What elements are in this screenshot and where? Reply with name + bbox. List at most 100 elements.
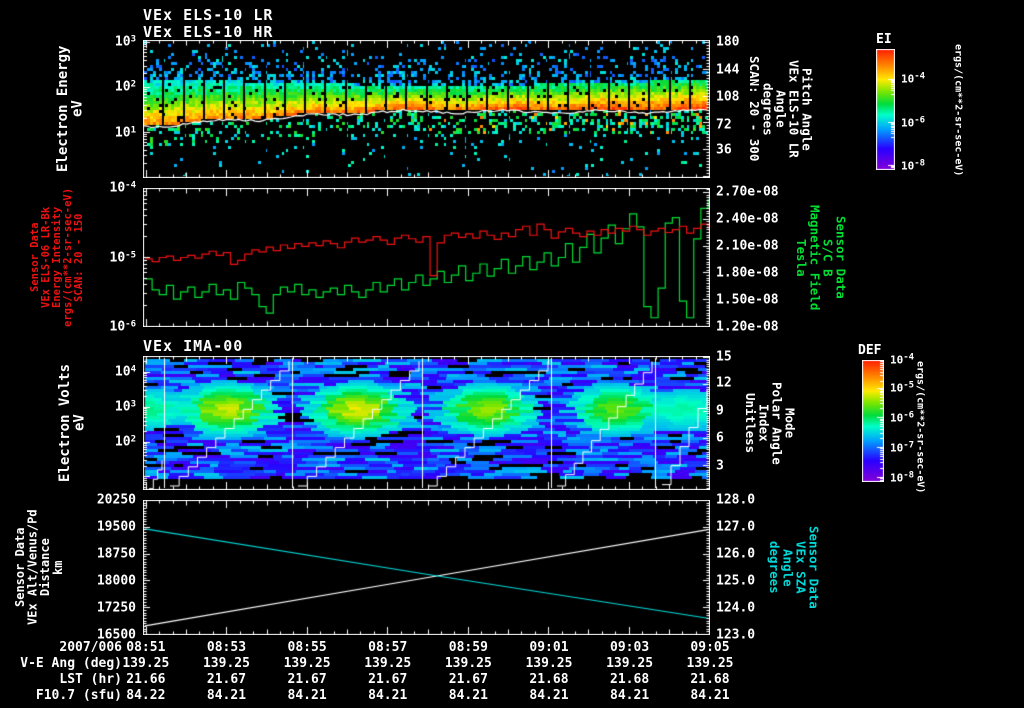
ve-ang-row-value: 139.25 <box>122 656 170 671</box>
mode-axis-label: Mode Polar Angle Index Unitless <box>743 356 798 490</box>
panel4-left-tick: 17250 <box>96 600 136 616</box>
f107-row-label: F10.7 (sfu) <box>35 688 122 703</box>
lst-row-value: 21.68 <box>610 672 650 687</box>
bfield-axis-label: Sensor Data S/C B Magnetic Field Tesla <box>794 188 849 327</box>
pitch-angle-axis-label-line: Angle <box>773 90 789 128</box>
els-title-line2: VEx ELS-10 HR <box>143 23 274 41</box>
lst-row-value: 21.67 <box>206 672 247 687</box>
bfield-axis-label-line: Magnetic Field <box>807 204 823 311</box>
panel2-left-tick: 10-4 <box>109 180 137 196</box>
intensity-bfield-canvas <box>143 188 710 327</box>
ei-colorbar-tick: 10-4 <box>901 71 926 86</box>
pitch-angle-axis-label-line: degrees <box>760 82 776 136</box>
pitch-angle-axis-label-line: SCAN: 20 - 300 <box>747 56 763 162</box>
f107-row-value: 84.22 <box>126 688 166 703</box>
ei-colorbar-units: ergs/(cm**2-sr-sec-eV) <box>952 43 964 177</box>
f107-row-value: 84.21 <box>610 688 650 703</box>
panel2-right-tick: 2.40e-08 <box>716 211 779 227</box>
bfield-axis-label-line: Tesla <box>794 238 810 277</box>
ve-ang-row-value: 139.25 <box>525 656 573 671</box>
panel1-right-tick: 180 <box>716 34 740 50</box>
panel4-right-tick: 128.0 <box>716 492 756 508</box>
panel3-left-tick: 103 <box>114 399 136 415</box>
mode-axis-label-line: Index <box>756 404 772 442</box>
vex-quicklook-display: VEx ELS-10 LR VEx ELS-10 HR VEx IMA-00 E… <box>0 0 1024 708</box>
lst-row-label: LST (hr) <box>59 672 122 687</box>
time-axis-row-value: 08:55 <box>287 640 327 655</box>
ei-colorbar-title: EI <box>876 32 892 47</box>
lst-row-value: 21.68 <box>529 672 569 687</box>
panel4-right-tick: 127.0 <box>716 519 756 535</box>
time-axis-row-value: 08:53 <box>206 640 247 655</box>
sza-axis-label-line: degrees <box>767 541 783 594</box>
panel2-right-tick: 1.80e-08 <box>716 265 779 281</box>
panel4-right-tick: 125.0 <box>716 573 756 589</box>
lst-row-value: 21.67 <box>448 672 488 687</box>
def-colorbar-units: ergs/(cm**2-sr-sec-eV) <box>914 360 926 494</box>
els-y-axis-label-line: eV <box>69 100 86 118</box>
panel1-right-tick: 108 <box>716 89 740 105</box>
ve-ang-row-label: V-E Ang (deg) <box>20 656 122 671</box>
sza-axis-label: Sensor Data VEx SZA Angle degrees <box>767 500 822 635</box>
ima-title: VEx IMA-00 <box>143 337 244 355</box>
lst-row-value: 21.66 <box>126 672 166 687</box>
distance-y-axis-label: Sensor Data VEx Alt/Venus/Pd Distance km <box>13 500 65 635</box>
def-colorbar-tick: 10-7 <box>890 440 915 455</box>
def-colorbar-title: DEF <box>858 343 882 358</box>
bfield-axis-label-line: S/C B <box>820 238 836 277</box>
ve-ang-row-value: 139.25 <box>283 656 331 671</box>
panel4-right-tick: 126.0 <box>716 546 756 562</box>
time-axis-row-value: 09:03 <box>610 640 650 655</box>
time-axis-row-value: 09:01 <box>529 640 569 655</box>
ei-colorbar-tick: 10-6 <box>901 115 926 130</box>
ve-ang-row-value: 139.25 <box>202 656 250 671</box>
panel2-left-tick: 10-5 <box>109 250 137 265</box>
ei-colorbar <box>876 49 895 170</box>
panel1-right-tick: 36 <box>716 142 732 158</box>
panel2-left-tick: 10-6 <box>109 319 137 335</box>
panel4-left-tick: 18000 <box>96 573 136 589</box>
def-colorbar-tick: 10-4 <box>890 352 915 367</box>
time-axis-row-value: 09:05 <box>690 640 730 655</box>
panel3-left-tick: 102 <box>114 434 136 450</box>
f107-row-value: 84.21 <box>287 688 327 703</box>
sza-axis-label-line: Sensor Data <box>806 526 822 609</box>
bfield-axis-label-line: Sensor Data <box>833 216 849 299</box>
def-colorbar <box>862 360 884 482</box>
panel1-left-tick: 102 <box>114 79 136 95</box>
altitude-sza-canvas <box>143 500 710 635</box>
f107-row-value: 84.21 <box>529 688 569 703</box>
panel3-left-tick: 104 <box>114 364 136 380</box>
ima-spectrogram-canvas <box>143 356 710 490</box>
def-colorbar-tick: 10-6 <box>890 410 915 425</box>
panel2-right-tick: 1.20e-08 <box>716 319 779 335</box>
panel4-left-tick: 18750 <box>96 546 136 562</box>
panel2-right-tick: 2.10e-08 <box>716 238 779 254</box>
els-title-line1: VEx ELS-10 LR <box>143 6 274 24</box>
sza-axis-label-line: Angle <box>780 548 796 587</box>
panel2-right-tick: 2.70e-08 <box>716 184 779 200</box>
time-axis-row-value: 08:59 <box>448 640 488 655</box>
panel2-right-tick: 1.50e-08 <box>716 292 779 308</box>
lst-row-value: 21.67 <box>368 672 408 687</box>
panel1-right-tick: 72 <box>716 117 732 133</box>
els-y-axis-label: Electron Energy eV <box>55 40 86 178</box>
time-axis-row-value: 08:57 <box>368 640 408 655</box>
panel1-left-tick: 101 <box>114 125 136 141</box>
panel3-right-tick: 3 <box>716 458 724 474</box>
els-y-axis-label-line: Electron Energy <box>55 45 71 173</box>
mode-axis-label-line: Unitless <box>743 392 759 454</box>
panel1-left-tick: 103 <box>114 34 136 50</box>
sza-axis-label-line: VEx SZA <box>793 541 809 594</box>
pitch-angle-axis-label-line: VEx ELS-10 LR <box>786 60 802 158</box>
lst-row-value: 21.68 <box>690 672 730 687</box>
f107-row-value: 84.21 <box>206 688 247 703</box>
f107-row-value: 84.21 <box>368 688 408 703</box>
f107-row-value: 84.21 <box>690 688 730 703</box>
pitch-angle-axis-label-line: Pitch Angle <box>799 67 815 151</box>
mode-axis-label-line: Mode <box>782 407 798 439</box>
panel3-right-tick: 12 <box>716 375 732 391</box>
ve-ang-row-value: 139.25 <box>606 656 654 671</box>
panel4-left-tick: 19500 <box>96 519 136 535</box>
ei-colorbar-tick: 10-8 <box>901 158 926 173</box>
